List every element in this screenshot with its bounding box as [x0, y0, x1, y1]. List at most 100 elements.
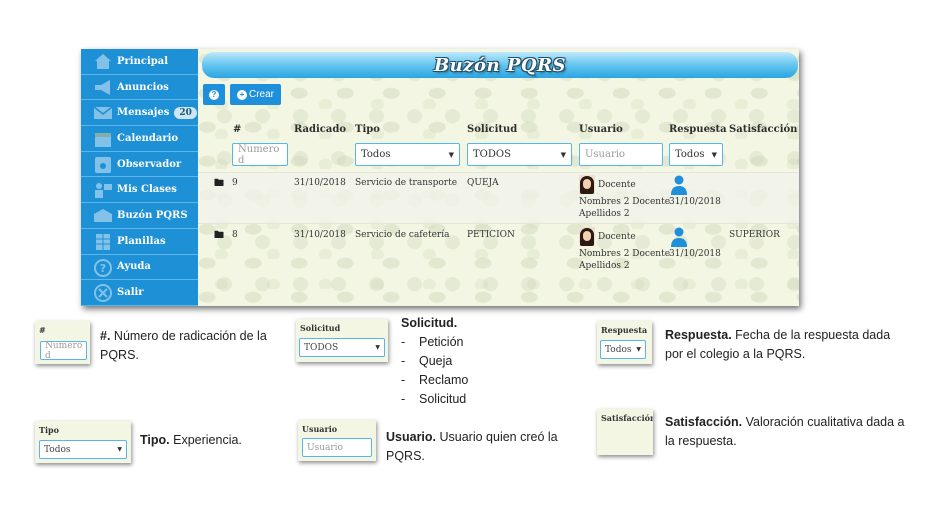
sidebar-item-calendario[interactable]: Calendario [81, 126, 198, 152]
satisfaccion-column-thumbnail: Satisfacción [597, 409, 653, 455]
pqrs-app-window: Principal Anuncios Mensajes 20 Calendari… [81, 49, 799, 306]
column-header-usuario[interactable]: Usuario [579, 124, 623, 135]
mailbox-icon [94, 209, 112, 223]
tipo-filter-thumbnail: Tipo Todos ▼ [35, 421, 131, 463]
column-header-solicitud[interactable]: Solicitud [467, 124, 517, 135]
respuesta-filter-value: Todos [675, 149, 705, 160]
row-radicado: 31/10/2018 [294, 178, 346, 188]
spreadsheet-icon [96, 233, 110, 250]
help-icon: ? [94, 258, 112, 277]
usuario-filter-thumbnail: Usuario Usuario [298, 420, 376, 461]
folder-open-icon[interactable]: 🖿 [214, 228, 224, 245]
usuario-description: Usuario. Usuario quien creó la PQRS. [386, 428, 586, 466]
sidebar-item-label: Planillas [117, 235, 166, 247]
list-item: Queja [401, 352, 468, 371]
column-header-number[interactable]: # [233, 124, 241, 135]
chevron-down-icon: ▼ [711, 151, 717, 159]
chevron-down-icon: ▼ [448, 151, 454, 159]
user-icon [671, 227, 687, 247]
column-header-satisfaccion[interactable]: Satisfacción [729, 124, 797, 135]
calendar-icon [95, 133, 111, 148]
sidebar-item-label: Buzón PQRS [117, 209, 188, 221]
home-icon [95, 54, 111, 69]
row-usuario-name: Nombres 2 Docente [579, 197, 671, 207]
sidebar-item-ayuda[interactable]: ? Ayuda [81, 255, 198, 281]
sidebar-item-principal[interactable]: Principal [81, 49, 198, 75]
sidebar-item-label: Observador [117, 158, 182, 170]
row-tipo: Servicio de cafetería [355, 230, 450, 240]
tipo-filter-select[interactable]: Todos ▼ [355, 143, 460, 166]
sidebar-item-label: Ayuda [117, 261, 151, 273]
avatar [579, 227, 595, 246]
thumbnail-field: Numero d [40, 341, 87, 361]
thumbnail-field-value: Todos [44, 444, 71, 455]
sidebar-item-anuncios[interactable]: Anuncios [81, 75, 198, 101]
number-filter-input[interactable]: Numero d [232, 143, 288, 166]
sidebar-item-label: Principal [117, 55, 169, 67]
thumbnail-label: # [39, 325, 46, 335]
row-tipo: Servicio de transporte [355, 178, 458, 188]
chevron-down-icon: ▼ [560, 151, 566, 159]
unread-count-badge: 20 [174, 106, 197, 119]
respuesta-description: Respuesta. Fecha de la respuesta dada po… [665, 326, 895, 364]
solicitud-types-list: Petición Queja Reclamo Solicitud [401, 333, 468, 409]
usuario-filter-input[interactable]: Usuario [579, 143, 663, 166]
row-solicitud: PETICION [467, 230, 515, 240]
thumbnail-label: Satisfacción [601, 413, 653, 423]
help-button[interactable]: ? [203, 84, 225, 105]
column-header-radicado[interactable]: Radicado [294, 124, 346, 135]
thumbnail-field: Todos ▼ [39, 440, 127, 459]
row-usuario-surname: Apellidos 2 [579, 209, 630, 219]
row-number: 9 [232, 178, 238, 188]
title-bar: Buzón PQRS [202, 52, 798, 78]
sidebar-item-label: Calendario [117, 132, 179, 144]
thumbnail-label: Tipo [39, 425, 59, 435]
description-term: Usuario. [386, 430, 437, 444]
solicitud-filter-thumbnail: Solicitud TODOS ▼ [296, 319, 388, 362]
sidebar-item-buzon-pqrs[interactable]: Buzón PQRS [81, 203, 198, 229]
list-item: Petición [401, 333, 468, 352]
row-usuario-surname: Apellidos 2 [579, 261, 630, 271]
table-row[interactable]: 🖿 9 31/10/2018 Servicio de transporte QU… [198, 172, 799, 224]
table-row[interactable]: 🖿 8 31/10/2018 Servicio de cafetería PET… [198, 226, 799, 278]
envelope-icon [93, 106, 113, 120]
chevron-down-icon: ▼ [375, 344, 380, 351]
row-usuario-role: Docente [598, 232, 636, 242]
sidebar-item-label: Mensajes [117, 107, 170, 119]
main-content: Buzón PQRS ? + Crear # Radicado Tipo Sol… [198, 49, 799, 306]
sidebar-item-salir[interactable]: Salir [81, 280, 198, 306]
tipo-description: Tipo. Experiencia. [140, 431, 242, 450]
megaphone-icon [95, 79, 110, 95]
thumbnail-field-value: Todos [605, 344, 632, 355]
respuesta-filter-thumbnail: Respuesta Todos ▼ [597, 321, 652, 364]
thumbnail-label: Solicitud [300, 323, 341, 333]
user-icon [671, 175, 687, 195]
row-respuesta: 31/10/2018 [669, 197, 721, 207]
description-term: Satisfacción. [665, 415, 743, 429]
sidebar-item-mis-clases[interactable]: Mis Clases [81, 177, 198, 204]
column-header-tipo[interactable]: Tipo [355, 124, 380, 135]
row-number: 8 [232, 230, 238, 240]
description-term: Tipo. [140, 433, 170, 447]
svg-text:?: ? [100, 262, 106, 275]
sidebar-item-label: Anuncios [117, 81, 169, 93]
list-item: Reclamo [401, 371, 468, 390]
sidebar-item-planillas[interactable]: Planillas [81, 229, 198, 255]
solicitud-description: Solicitud. Petición Queja Reclamo Solici… [401, 314, 468, 409]
sidebar-item-observador[interactable]: Observador [81, 152, 198, 178]
description-term: #. [100, 329, 111, 343]
list-item: Solicitud [401, 390, 468, 409]
respuesta-filter-select[interactable]: Todos ▼ [669, 143, 723, 166]
sidebar-item-label: Mis Clases [117, 184, 177, 196]
thumbnail-label: Respuesta [601, 325, 648, 335]
thumbnail-field: Usuario [302, 438, 372, 457]
row-solicitud: QUEJA [467, 178, 499, 188]
sidebar-item-mensajes[interactable]: Mensajes 20 [81, 100, 198, 127]
thumbnail-field: TODOS ▼ [299, 338, 385, 357]
row-usuario-role: Docente [598, 180, 636, 190]
description-term: Solicitud. [401, 316, 458, 330]
solicitud-filter-select[interactable]: TODOS ▼ [467, 143, 572, 166]
column-header-respuesta[interactable]: Respuesta [669, 124, 727, 135]
create-button[interactable]: + Crear [230, 84, 281, 105]
folder-open-icon[interactable]: 🖿 [214, 176, 224, 193]
